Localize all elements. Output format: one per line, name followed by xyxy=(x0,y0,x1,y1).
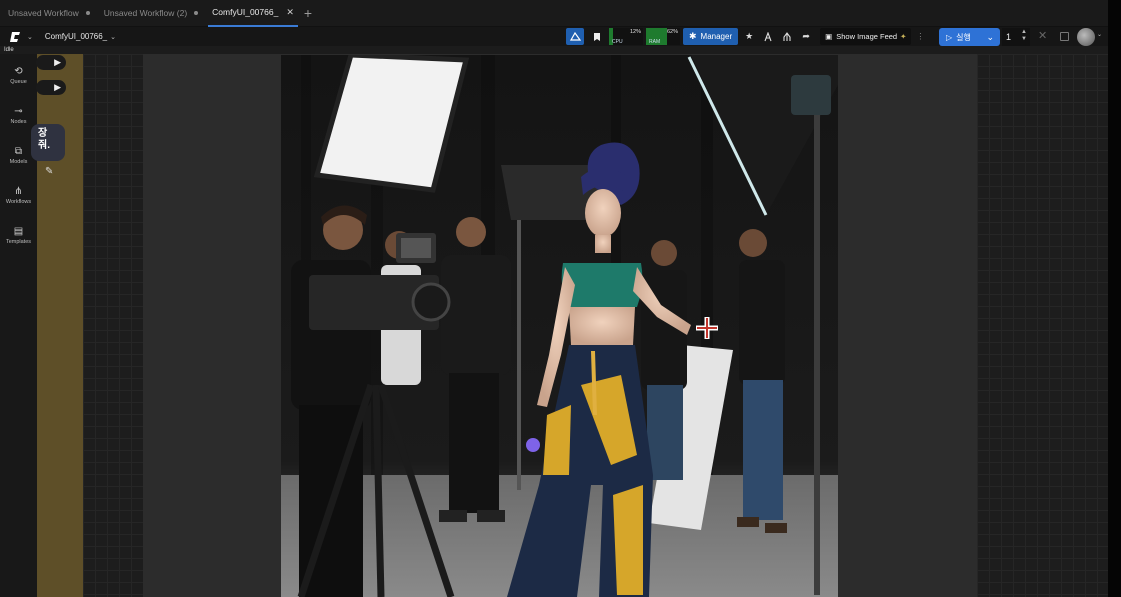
workflows-icon: ⋔ xyxy=(14,186,23,197)
tab-unsaved-workflow[interactable]: Unsaved Workflow xyxy=(4,0,94,27)
chevron-down-icon[interactable]: ⌄ xyxy=(986,32,994,43)
drag-handle-icon[interactable]: ⋮ xyxy=(916,32,924,41)
unsaved-dot-icon xyxy=(194,11,199,15)
workflow-name[interactable]: ComfyUI_00766_ xyxy=(45,32,107,41)
sidebar-item-nodes[interactable]: ⊸ Nodes xyxy=(0,106,37,125)
bookmark-icon[interactable] xyxy=(588,28,606,45)
window-edge xyxy=(1108,0,1121,597)
cpu-label: CPU xyxy=(612,39,623,45)
node-text-line: 장 xyxy=(38,128,48,139)
image-feed-label: Show Image Feed xyxy=(836,32,898,41)
ram-label: RAM xyxy=(649,39,661,45)
sparkle-icon: ✦ xyxy=(900,32,907,41)
queue-count-stepper[interactable]: 1 ▲ ▼ xyxy=(1002,28,1030,46)
sidebar-item-workflows[interactable]: ⋔ Workflows xyxy=(0,186,37,205)
generated-image-art xyxy=(281,55,838,597)
canvas-grid[interactable] xyxy=(977,54,1108,597)
tab-bar: Unsaved Workflow Unsaved Workflow (2) Co… xyxy=(0,0,1108,27)
fork-icon[interactable] xyxy=(778,28,796,45)
chevron-down-icon[interactable]: ⌄ xyxy=(27,33,33,41)
play-button[interactable]: ▶ xyxy=(36,55,66,70)
status-text: Idle xyxy=(4,47,14,53)
ram-percent: 62% xyxy=(666,29,678,35)
cpu-percent: 12% xyxy=(629,29,641,35)
ram-meter: RAM 62% xyxy=(646,28,680,45)
pencil-icon[interactable]: ✎ xyxy=(45,166,53,177)
toolbar-actions: CPU 12% RAM 62% ✱ Manager ★ ➦ ▣ Show Ima… xyxy=(566,27,924,46)
add-tab-icon[interactable]: + xyxy=(304,5,312,21)
close-icon[interactable]: ✕ xyxy=(286,7,294,18)
chevron-down-icon[interactable]: ⌄ xyxy=(1097,31,1102,38)
generated-image[interactable] xyxy=(281,55,838,597)
avatar[interactable] xyxy=(1077,28,1095,46)
history-icon: ⟲ xyxy=(14,66,23,77)
run-button[interactable]: ▷ 실행 ⌄ xyxy=(939,28,1000,46)
puzzle-icon: ✱ xyxy=(689,31,697,41)
image-icon: ▣ xyxy=(825,32,833,41)
top-toolbar: ⌄ ComfyUI_00766_ ⌄ CPU 12% RAM 62% ✱ Man… xyxy=(0,27,1108,46)
sidebar-item-label: Nodes xyxy=(10,119,27,125)
sidebar-item-label: Queue xyxy=(10,79,27,85)
cpu-meter: CPU 12% xyxy=(609,28,643,45)
forward-arrow-icon[interactable]: ➦ xyxy=(797,28,815,45)
comfy-logo-icon[interactable] xyxy=(9,30,23,44)
tab-comfyui-00766[interactable]: ComfyUI_00766_ ✕ xyxy=(208,0,298,27)
tab-label: Unsaved Workflow (2) xyxy=(103,8,188,18)
run-label: 실행 xyxy=(956,32,971,42)
star-icon[interactable]: ★ xyxy=(740,28,758,45)
node-text-line: 줘. xyxy=(38,140,50,151)
crosshair-cursor-icon xyxy=(696,317,718,339)
share-icon[interactable] xyxy=(759,28,777,45)
manager-label: Manager xyxy=(700,32,733,41)
sidebar-item-queue[interactable]: ⟲ Queue xyxy=(0,66,37,85)
tab-label: ComfyUI_00766_ xyxy=(212,7,279,17)
queue-count-value: 1 xyxy=(1006,32,1012,42)
comfyui-app: Unsaved Workflow Unsaved Workflow (2) Co… xyxy=(0,0,1108,597)
close-icon[interactable]: ✕ xyxy=(1038,29,1047,42)
chevron-down-icon[interactable]: ⌄ xyxy=(110,33,116,41)
show-image-feed-button[interactable]: ▣ Show Image Feed ✦ xyxy=(820,28,912,45)
tab-unsaved-workflow-2[interactable]: Unsaved Workflow (2) xyxy=(100,0,202,27)
node-text-box[interactable]: 장 줘. xyxy=(31,124,65,161)
stepper-arrows-icon[interactable]: ▲ ▼ xyxy=(1021,29,1027,43)
canvas-grid[interactable] xyxy=(83,54,143,597)
nodes-icon: ⊸ xyxy=(14,106,23,117)
play-button[interactable]: ▶ xyxy=(36,80,66,95)
sidebar-item-label: Templates xyxy=(5,239,32,245)
sidebar-item-templates[interactable]: ▤ Templates xyxy=(0,226,37,245)
sidebar-item-label: Models xyxy=(9,159,28,165)
tab-label: Unsaved Workflow xyxy=(8,8,79,18)
stop-icon[interactable] xyxy=(1060,32,1069,41)
templates-icon: ▤ xyxy=(13,226,24,237)
manager-button[interactable]: ✱ Manager xyxy=(683,28,739,45)
unsaved-dot-icon xyxy=(85,11,90,15)
graph-icon[interactable] xyxy=(566,28,584,45)
play-icon: ▷ xyxy=(946,32,953,42)
sidebar-item-label: Workflows xyxy=(5,199,32,205)
